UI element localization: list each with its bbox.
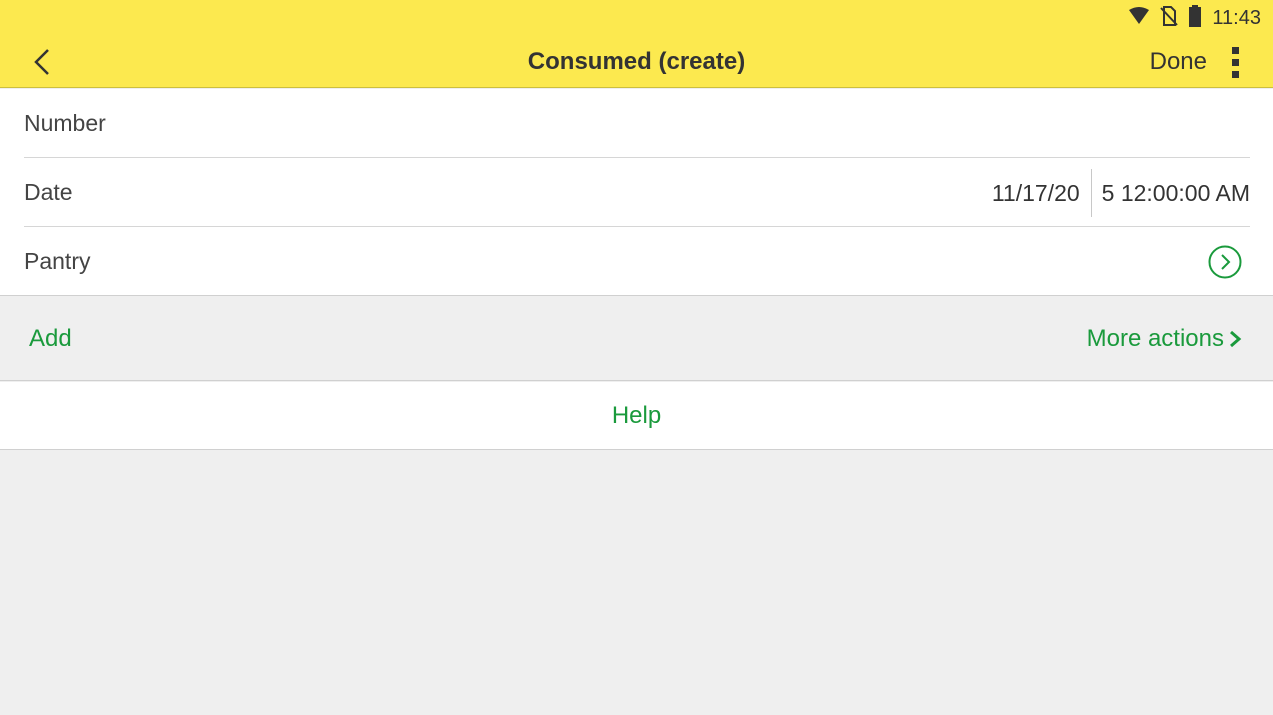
number-field[interactable]: Number [24,89,1250,158]
chevron-right-circle-icon[interactable] [1208,245,1242,279]
wifi-icon [1128,6,1150,30]
app-bar: Consumed (create) Done [0,36,1273,88]
date-label: Date [24,178,73,205]
actions-bar: Add More actions [0,296,1273,381]
more-vert-icon[interactable] [1221,44,1249,80]
date-divider [1090,169,1092,217]
pantry-row[interactable]: Pantry [24,227,1250,296]
more-actions-label: More actions [1086,324,1224,352]
done-button[interactable]: Done [1150,36,1207,88]
date-field[interactable]: 11/17/20 [992,180,1091,207]
page-title: Consumed (create) [527,48,746,75]
help-section: Help [0,382,1273,450]
date-time-values: 11/17/20 5 12:00:00 AM [992,168,1250,218]
status-time: 11:43 [1212,6,1261,29]
pantry-label: Pantry [24,248,91,274]
time-field[interactable]: 5 12:00:00 AM [1102,180,1250,207]
more-actions-button[interactable]: More actions [1087,296,1242,381]
help-button[interactable]: Help [0,382,1273,450]
battery-icon [1188,4,1202,32]
chevron-left-icon [34,49,49,75]
status-bar: 11:43 [0,0,1273,36]
date-row: Date 11/17/20 5 12:00:00 AM [24,158,1250,227]
no-sim-icon [1160,5,1179,31]
form-panel: Number Date 11/17/20 5 12:00:00 AM Pantr… [0,89,1273,296]
add-button[interactable]: Add [29,296,72,381]
number-label: Number [24,109,106,136]
back-button[interactable] [24,42,60,82]
chevron-right-icon [1230,330,1242,347]
